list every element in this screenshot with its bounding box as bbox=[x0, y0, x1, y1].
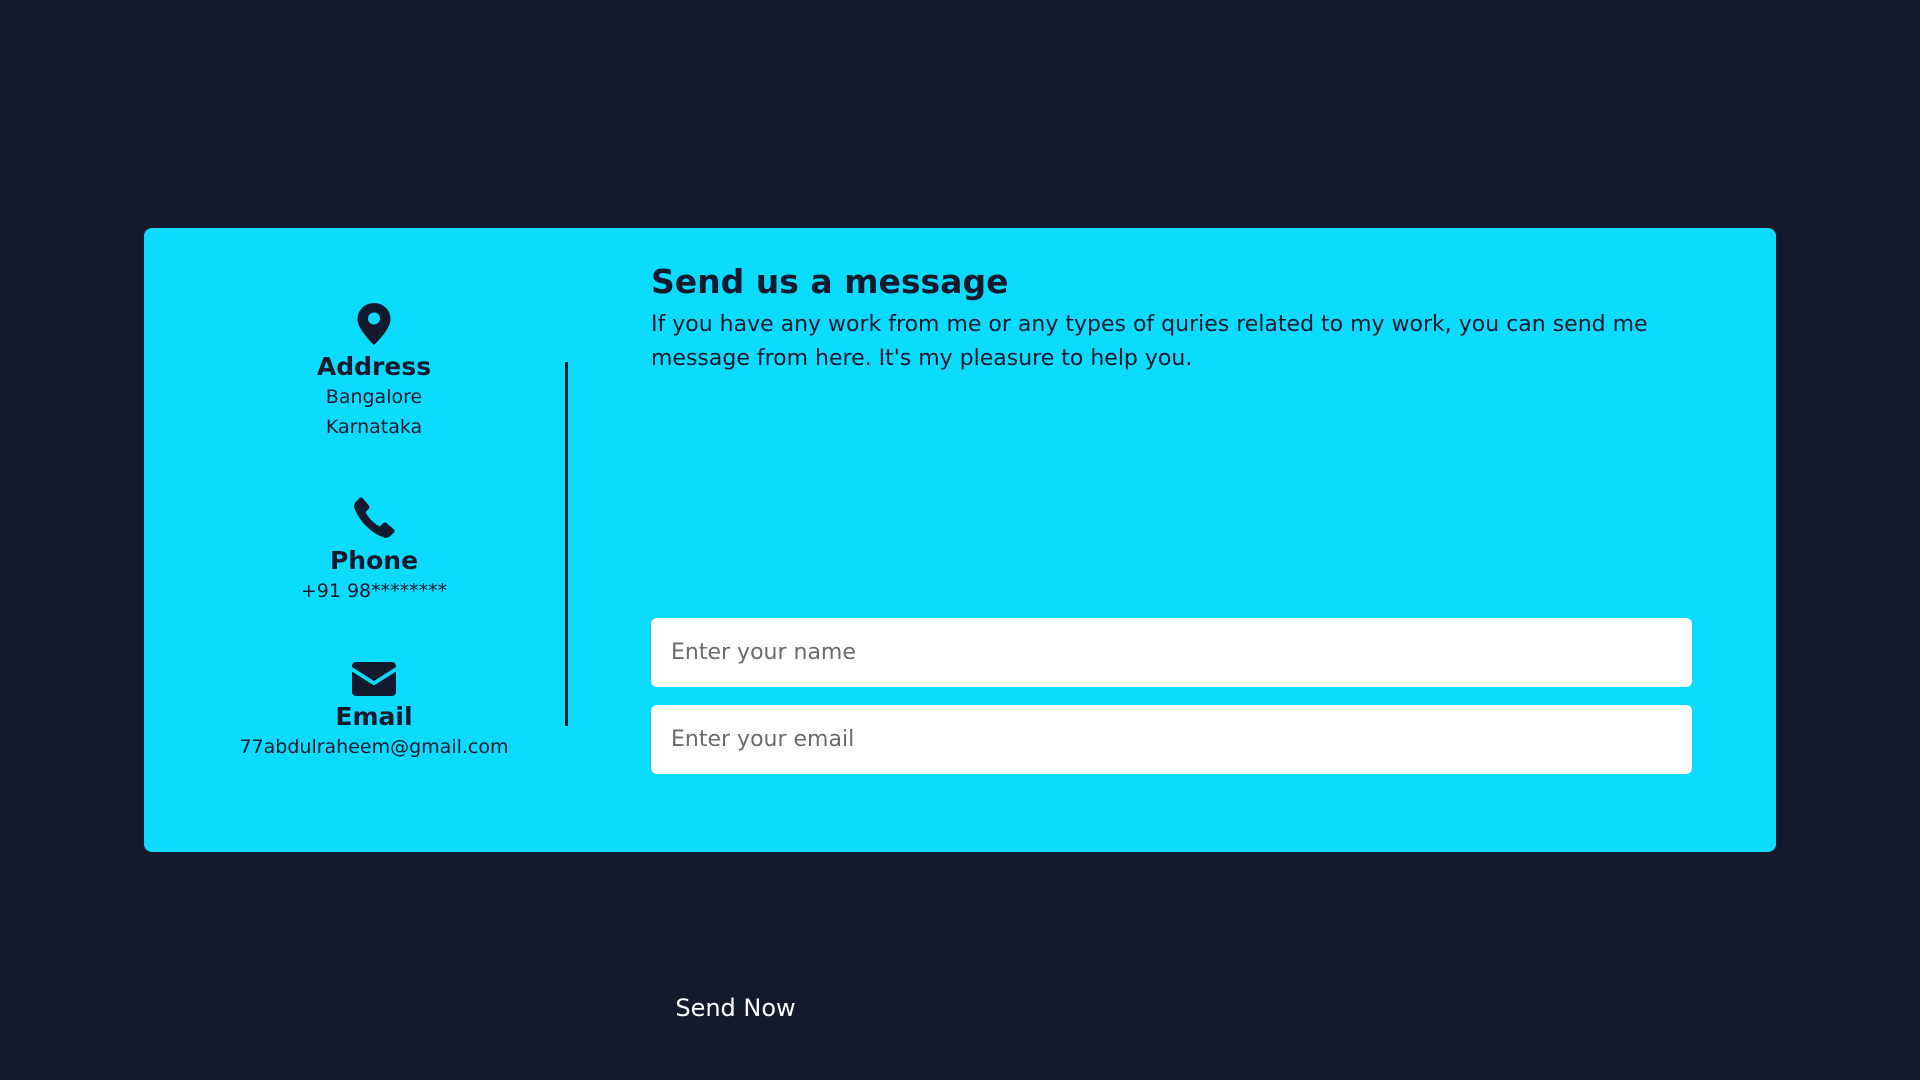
phone-title: Phone bbox=[329, 546, 419, 575]
page: Address Bangalore Karnataka Phone +91 98… bbox=[0, 0, 1920, 1080]
email-title: Email bbox=[335, 702, 413, 731]
email-block: Email 77abdulraheem@gmail.com bbox=[144, 662, 604, 762]
form-title: Send us a message bbox=[651, 262, 1009, 301]
email-input[interactable] bbox=[651, 705, 1692, 774]
address-line-1: Bangalore bbox=[325, 386, 423, 408]
contact-card: Address Bangalore Karnataka Phone +91 98… bbox=[144, 228, 1776, 1038]
name-input[interactable] bbox=[651, 618, 1692, 687]
address-line-2: Karnataka bbox=[325, 416, 423, 438]
phone-icon bbox=[352, 496, 396, 540]
address-block: Address Bangalore Karnataka bbox=[144, 302, 604, 442]
envelope-icon bbox=[352, 662, 396, 696]
contact-info-panel: Address Bangalore Karnataka Phone +91 98… bbox=[144, 228, 604, 852]
email-value: 77abdulraheem@gmail.com bbox=[239, 736, 509, 758]
message-form: Send us a message If you have any work f… bbox=[651, 262, 1692, 1038]
address-title: Address bbox=[316, 352, 432, 381]
map-pin-icon bbox=[356, 302, 392, 346]
phone-value: +91 98******** bbox=[300, 580, 448, 602]
form-description: If you have any work from me or any type… bbox=[651, 312, 1648, 371]
phone-block: Phone +91 98******** bbox=[144, 496, 604, 606]
vertical-divider bbox=[565, 362, 568, 726]
send-now-button[interactable]: Send Now bbox=[651, 978, 820, 1038]
